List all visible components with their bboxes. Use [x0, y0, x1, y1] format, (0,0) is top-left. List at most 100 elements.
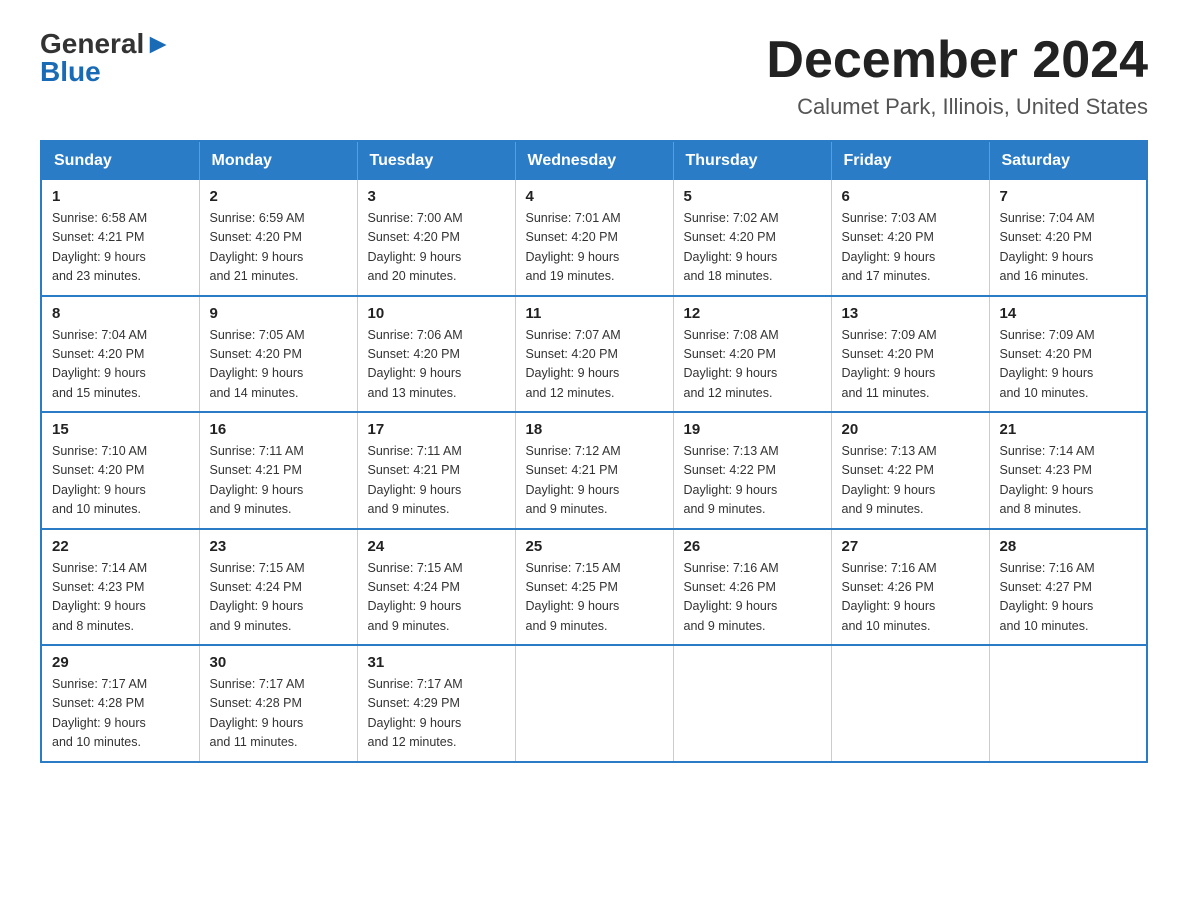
weekday-header-friday: Friday — [831, 141, 989, 180]
sunset-text: Sunset: 4:27 PM — [1000, 580, 1092, 594]
day-number: 17 — [368, 421, 505, 438]
sunrise-text: Sunrise: 7:05 AM — [210, 328, 305, 342]
daylight-text: Daylight: 9 hours — [684, 366, 778, 380]
daylight-minutes-text: and 12 minutes. — [526, 386, 615, 400]
day-info: Sunrise: 7:17 AM Sunset: 4:29 PM Dayligh… — [368, 675, 505, 753]
daylight-text: Daylight: 9 hours — [210, 366, 304, 380]
calendar-cell: 18 Sunrise: 7:12 AM Sunset: 4:21 PM Dayl… — [515, 412, 673, 529]
day-info: Sunrise: 7:04 AM Sunset: 4:20 PM Dayligh… — [52, 326, 189, 404]
sunset-text: Sunset: 4:20 PM — [1000, 230, 1092, 244]
day-number: 2 — [210, 188, 347, 205]
sunset-text: Sunset: 4:20 PM — [210, 230, 302, 244]
sunset-text: Sunset: 4:24 PM — [210, 580, 302, 594]
sunrise-text: Sunrise: 7:15 AM — [526, 561, 621, 575]
calendar-cell: 31 Sunrise: 7:17 AM Sunset: 4:29 PM Dayl… — [357, 645, 515, 762]
day-info: Sunrise: 7:02 AM Sunset: 4:20 PM Dayligh… — [684, 209, 821, 287]
daylight-minutes-text: and 9 minutes. — [684, 619, 766, 633]
daylight-text: Daylight: 9 hours — [368, 716, 462, 730]
daylight-text: Daylight: 9 hours — [210, 716, 304, 730]
sunset-text: Sunset: 4:20 PM — [842, 347, 934, 361]
sunrise-text: Sunrise: 7:10 AM — [52, 444, 147, 458]
day-info: Sunrise: 6:58 AM Sunset: 4:21 PM Dayligh… — [52, 209, 189, 287]
calendar-cell: 5 Sunrise: 7:02 AM Sunset: 4:20 PM Dayli… — [673, 180, 831, 296]
logo-general: General► — [40, 30, 172, 58]
sunrise-text: Sunrise: 7:01 AM — [526, 211, 621, 225]
day-number: 14 — [1000, 305, 1137, 322]
daylight-minutes-text: and 23 minutes. — [52, 269, 141, 283]
daylight-text: Daylight: 9 hours — [368, 366, 462, 380]
daylight-minutes-text: and 16 minutes. — [1000, 269, 1089, 283]
sunrise-text: Sunrise: 7:17 AM — [210, 677, 305, 691]
day-info: Sunrise: 7:08 AM Sunset: 4:20 PM Dayligh… — [684, 326, 821, 404]
day-info: Sunrise: 7:01 AM Sunset: 4:20 PM Dayligh… — [526, 209, 663, 287]
day-info: Sunrise: 7:11 AM Sunset: 4:21 PM Dayligh… — [210, 442, 347, 520]
calendar-cell: 16 Sunrise: 7:11 AM Sunset: 4:21 PM Dayl… — [199, 412, 357, 529]
daylight-text: Daylight: 9 hours — [210, 483, 304, 497]
calendar-cell: 14 Sunrise: 7:09 AM Sunset: 4:20 PM Dayl… — [989, 296, 1147, 413]
day-number: 26 — [684, 538, 821, 555]
day-info: Sunrise: 7:03 AM Sunset: 4:20 PM Dayligh… — [842, 209, 979, 287]
day-info: Sunrise: 6:59 AM Sunset: 4:20 PM Dayligh… — [210, 209, 347, 287]
title-section: December 2024 Calumet Park, Illinois, Un… — [766, 30, 1148, 120]
day-number: 22 — [52, 538, 189, 555]
day-number: 30 — [210, 654, 347, 671]
day-info: Sunrise: 7:17 AM Sunset: 4:28 PM Dayligh… — [52, 675, 189, 753]
sunrise-text: Sunrise: 7:15 AM — [210, 561, 305, 575]
sunrise-text: Sunrise: 7:13 AM — [842, 444, 937, 458]
day-info: Sunrise: 7:09 AM Sunset: 4:20 PM Dayligh… — [1000, 326, 1137, 404]
sunrise-text: Sunrise: 6:59 AM — [210, 211, 305, 225]
daylight-text: Daylight: 9 hours — [52, 599, 146, 613]
daylight-minutes-text: and 10 minutes. — [1000, 386, 1089, 400]
sunset-text: Sunset: 4:20 PM — [526, 230, 618, 244]
day-info: Sunrise: 7:13 AM Sunset: 4:22 PM Dayligh… — [842, 442, 979, 520]
sunrise-text: Sunrise: 7:08 AM — [684, 328, 779, 342]
daylight-text: Daylight: 9 hours — [52, 716, 146, 730]
sunrise-text: Sunrise: 7:11 AM — [368, 444, 462, 458]
sunrise-text: Sunrise: 7:03 AM — [842, 211, 937, 225]
calendar-cell: 26 Sunrise: 7:16 AM Sunset: 4:26 PM Dayl… — [673, 529, 831, 646]
calendar-cell: 12 Sunrise: 7:08 AM Sunset: 4:20 PM Dayl… — [673, 296, 831, 413]
month-title: December 2024 — [766, 30, 1148, 90]
calendar-cell: 28 Sunrise: 7:16 AM Sunset: 4:27 PM Dayl… — [989, 529, 1147, 646]
calendar-cell: 3 Sunrise: 7:00 AM Sunset: 4:20 PM Dayli… — [357, 180, 515, 296]
sunset-text: Sunset: 4:28 PM — [52, 696, 144, 710]
day-info: Sunrise: 7:10 AM Sunset: 4:20 PM Dayligh… — [52, 442, 189, 520]
sunrise-text: Sunrise: 7:17 AM — [52, 677, 147, 691]
day-number: 23 — [210, 538, 347, 555]
daylight-minutes-text: and 21 minutes. — [210, 269, 299, 283]
calendar-cell — [831, 645, 989, 762]
sunrise-text: Sunrise: 7:00 AM — [368, 211, 463, 225]
sunset-text: Sunset: 4:20 PM — [52, 347, 144, 361]
sunrise-text: Sunrise: 7:16 AM — [842, 561, 937, 575]
calendar-cell: 8 Sunrise: 7:04 AM Sunset: 4:20 PM Dayli… — [41, 296, 199, 413]
daylight-minutes-text: and 11 minutes. — [210, 735, 298, 749]
sunrise-text: Sunrise: 7:06 AM — [368, 328, 463, 342]
sunrise-text: Sunrise: 7:12 AM — [526, 444, 621, 458]
daylight-minutes-text: and 18 minutes. — [684, 269, 773, 283]
daylight-text: Daylight: 9 hours — [368, 483, 462, 497]
day-number: 31 — [368, 654, 505, 671]
day-info: Sunrise: 7:15 AM Sunset: 4:24 PM Dayligh… — [368, 559, 505, 637]
day-info: Sunrise: 7:04 AM Sunset: 4:20 PM Dayligh… — [1000, 209, 1137, 287]
sunrise-text: Sunrise: 7:02 AM — [684, 211, 779, 225]
daylight-minutes-text: and 12 minutes. — [684, 386, 773, 400]
calendar-week-row: 8 Sunrise: 7:04 AM Sunset: 4:20 PM Dayli… — [41, 296, 1147, 413]
day-number: 7 — [1000, 188, 1137, 205]
calendar-cell: 7 Sunrise: 7:04 AM Sunset: 4:20 PM Dayli… — [989, 180, 1147, 296]
weekday-header-tuesday: Tuesday — [357, 141, 515, 180]
calendar-week-row: 29 Sunrise: 7:17 AM Sunset: 4:28 PM Dayl… — [41, 645, 1147, 762]
location: Calumet Park, Illinois, United States — [766, 94, 1148, 120]
day-number: 9 — [210, 305, 347, 322]
calendar-cell: 23 Sunrise: 7:15 AM Sunset: 4:24 PM Dayl… — [199, 529, 357, 646]
sunset-text: Sunset: 4:20 PM — [368, 230, 460, 244]
calendar-table: SundayMondayTuesdayWednesdayThursdayFrid… — [40, 140, 1148, 763]
daylight-minutes-text: and 15 minutes. — [52, 386, 141, 400]
day-number: 11 — [526, 305, 663, 322]
day-info: Sunrise: 7:16 AM Sunset: 4:27 PM Dayligh… — [1000, 559, 1137, 637]
daylight-text: Daylight: 9 hours — [684, 250, 778, 264]
sunset-text: Sunset: 4:23 PM — [1000, 463, 1092, 477]
logo: General► Blue — [40, 30, 172, 86]
daylight-text: Daylight: 9 hours — [842, 599, 936, 613]
daylight-text: Daylight: 9 hours — [526, 483, 620, 497]
day-info: Sunrise: 7:15 AM Sunset: 4:24 PM Dayligh… — [210, 559, 347, 637]
